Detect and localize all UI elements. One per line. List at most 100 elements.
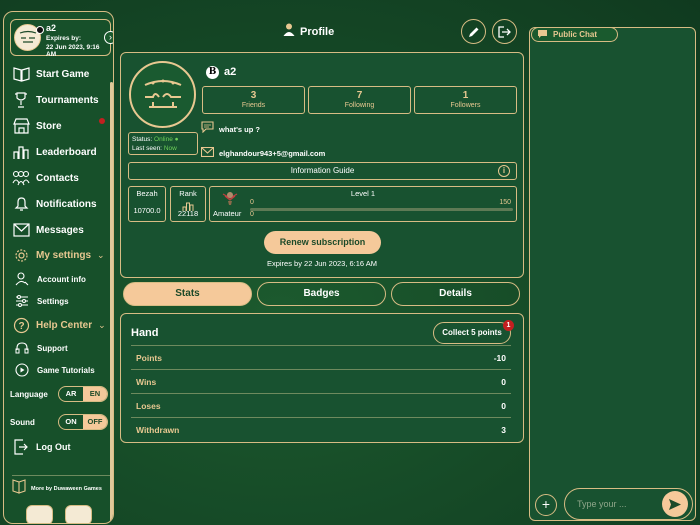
stat-value: 0 [501, 376, 506, 387]
add-attachment-button[interactable]: + [535, 494, 557, 516]
nav-tournaments-label: Tournaments [36, 94, 99, 106]
more-by-games[interactable]: More by Duwaween Games [12, 475, 112, 497]
followers-count-box[interactable]: 1 Followers [414, 86, 517, 114]
email-row: elghandour943+5@gmail.com [200, 144, 325, 162]
stat-value: -10 [493, 352, 506, 363]
information-guide-label: Information Guide [290, 166, 355, 175]
chat-bubble-icon [201, 120, 214, 138]
sound-toggle[interactable]: ON OFF [58, 414, 108, 430]
log-out-button[interactable]: Log Out [12, 436, 110, 458]
level-current: 0 [250, 211, 254, 218]
nav-tournaments[interactable]: Tournaments [12, 89, 110, 111]
stat-row: Withdrawn 3 [131, 417, 511, 441]
language-toggle[interactable]: AR EN [58, 386, 108, 402]
stat-label: Withdrawn [136, 424, 180, 435]
renew-subscription-button[interactable]: Renew subscription [264, 231, 381, 254]
sidebar-scrollbar[interactable] [110, 82, 113, 522]
rank-value: 22118 [177, 209, 199, 218]
game-logo-icon[interactable] [26, 505, 53, 523]
chat-panel [529, 27, 696, 521]
profile-badge-icon: B [206, 66, 219, 79]
nav-messages[interactable]: Messages [12, 219, 110, 241]
status-label: Status: [132, 136, 153, 143]
subscription-expiry: Expires by 22 Jun 2023, 6:16 AM [266, 259, 378, 268]
play-icon [15, 363, 29, 377]
leaderboard-icon [12, 143, 30, 161]
nav-game-tutorials-label: Game Tutorials [37, 365, 95, 375]
edit-button[interactable] [461, 19, 486, 44]
level-label: Level 1 [350, 189, 376, 198]
game-logo-icon [144, 79, 181, 108]
send-button[interactable] [662, 491, 688, 517]
chevron-down-icon: ⌄ [97, 249, 105, 260]
settings-gear-icon [12, 246, 30, 264]
nav-contacts[interactable]: Contacts [12, 167, 110, 189]
user-name: a2 [46, 23, 57, 33]
sound-on-option[interactable]: ON [59, 415, 83, 429]
language-label: Language [10, 389, 48, 399]
trophy-icon [12, 91, 30, 109]
stat-value: 3 [501, 424, 506, 435]
expires-date: 22 Jun 2023, 9:16 AM [46, 44, 100, 58]
nav-start-game[interactable]: Start Game [12, 63, 110, 85]
info-icon: i [498, 165, 510, 177]
nav-messages-label: Messages [36, 224, 84, 236]
level-max: 150 [499, 199, 511, 206]
tab-details[interactable]: Details [391, 282, 520, 306]
book-icon [12, 65, 30, 83]
nav-game-tutorials[interactable]: Game Tutorials [15, 361, 110, 379]
public-chat-tab[interactable]: Public Chat [531, 27, 618, 42]
log-out-label: Log Out [36, 442, 71, 452]
language-en-option[interactable]: EN [83, 387, 107, 401]
language-ar-option[interactable]: AR [59, 387, 83, 401]
followers-count: 1 [462, 90, 469, 101]
nav-help-center[interactable]: ? Help Center ⌄ [12, 314, 110, 336]
bezah-box: Bezah 10700.0 [128, 186, 166, 222]
nav-settings[interactable]: Settings [15, 292, 110, 310]
user-card[interactable]: a2 Expires by: 22 Jun 2023, 9:16 AM › [10, 19, 113, 58]
level-progress-bar [250, 208, 513, 211]
nav-start-game-label: Start Game [36, 68, 90, 80]
sound-off-option[interactable]: OFF [83, 415, 107, 429]
plus-icon: + [541, 496, 551, 512]
rank-label: Rank [179, 189, 197, 198]
stat-row: Points -10 [131, 345, 511, 369]
status-value: Online [154, 136, 173, 143]
stat-value: 0 [501, 400, 506, 411]
nav-account-info-label: Account info [37, 274, 86, 284]
sliders-icon [15, 294, 29, 308]
tab-stats[interactable]: Stats [123, 282, 252, 306]
level-min: 0 [250, 199, 254, 206]
logout-header-button[interactable] [492, 19, 517, 44]
stat-label: Loses [136, 400, 161, 411]
nav-support[interactable]: Support [15, 339, 110, 357]
public-chat-label: Public Chat [553, 30, 598, 39]
headset-icon [15, 341, 29, 355]
chevron-right-icon[interactable]: › [104, 31, 113, 44]
nav-account-info[interactable]: Account info [15, 270, 110, 288]
last-seen-label: Last seen: [132, 145, 162, 152]
game-logo-icon[interactable] [65, 505, 92, 523]
nav-leaderboard[interactable]: Leaderboard [12, 141, 110, 163]
nav-settings-label: Settings [37, 296, 69, 306]
store-notification-dot [99, 118, 105, 124]
expires-label: Expires by: [46, 35, 82, 42]
nav-my-settings-label: My settings [36, 249, 92, 261]
tab-badges[interactable]: Badges [257, 282, 386, 306]
following-count-box[interactable]: 7 Following [308, 86, 411, 114]
svg-text:?: ? [18, 321, 24, 332]
following-label: Following [344, 102, 375, 109]
nav-store[interactable]: Store [12, 115, 110, 137]
nav-notifications[interactable]: Notifications [12, 193, 110, 215]
collect-points-button[interactable]: Collect 5 points [433, 322, 511, 344]
nav-help-center-label: Help Center [36, 319, 93, 331]
friends-count-box[interactable]: 3 Friends [202, 86, 305, 114]
chat-bubble-icon [537, 26, 548, 44]
logout-icon [12, 438, 30, 456]
more-by-label: More by Duwaween Games [31, 485, 102, 492]
rank-bars-icon [171, 199, 205, 211]
status-box: Status: Online ● Last seen: Now [128, 132, 198, 155]
nav-my-settings[interactable]: My settings ⌄ [12, 244, 110, 266]
information-guide-button[interactable]: Information Guide i [128, 162, 517, 180]
send-icon [669, 498, 681, 510]
